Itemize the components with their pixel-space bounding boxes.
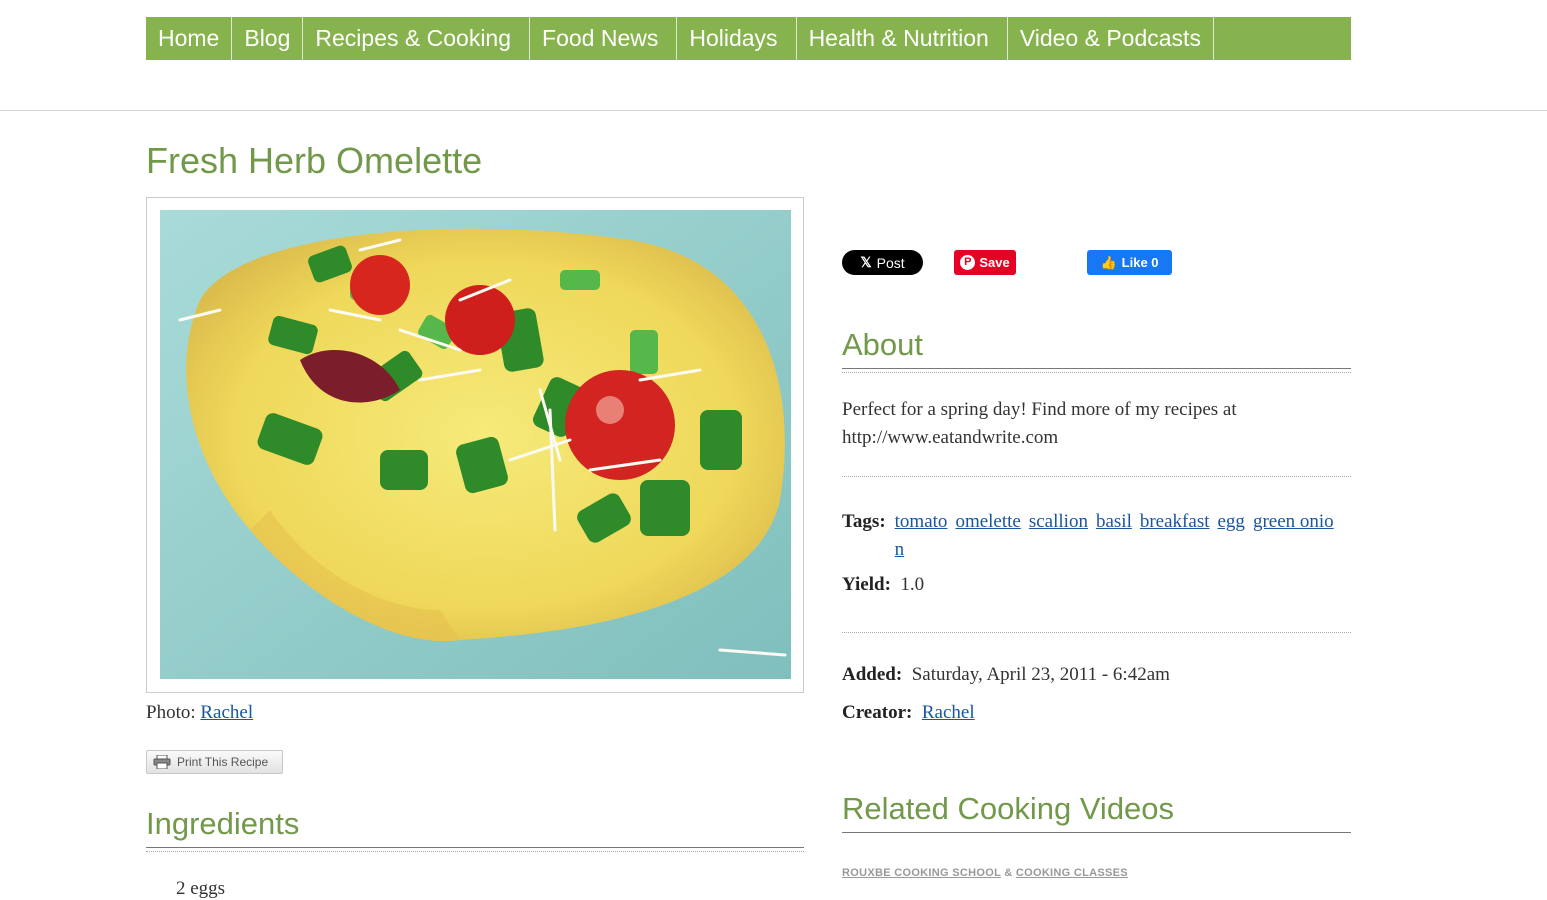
header-divider — [0, 110, 1547, 111]
tag-link[interactable]: egg — [1218, 511, 1245, 532]
about-heading: About — [842, 327, 924, 362]
related-videos-heading: Related Cooking Videos — [842, 791, 1175, 826]
cooking-classes-link[interactable]: Cooking Classes — [1016, 867, 1128, 879]
about-rule-dotted — [842, 372, 1351, 373]
nav-item-blog[interactable]: Blog — [232, 17, 304, 60]
tag-link[interactable]: basil — [1096, 511, 1132, 532]
added-row: Added: Saturday, April 23, 2011 - 6:42am — [842, 664, 1170, 686]
added-value: Saturday, April 23, 2011 - 6:42am — [911, 664, 1170, 685]
printer-icon — [153, 755, 171, 769]
tags-list: tomato omelette scallion basil breakfast egg g… — [895, 508, 1340, 564]
tag-link[interactable]: omelette — [955, 511, 1020, 532]
creator-row: Creator: Rachel — [842, 702, 975, 724]
x-post-label: Post — [876, 254, 905, 271]
yield-row: Yield: 1.0 — [842, 574, 924, 596]
ingredient-item: 2 eggs — [176, 878, 226, 899]
thumbs-up-icon: 👍 — [1100, 254, 1117, 270]
nav-item-health-nutrition[interactable]: Health & Nutrition — [797, 17, 1008, 60]
tag-link[interactable]: breakfast — [1140, 511, 1210, 532]
x-post-button[interactable]: 𝕏 Post — [842, 250, 923, 275]
print-recipe-label: Print This Recipe — [177, 755, 269, 769]
facebook-like-button[interactable]: 👍 Like 0 — [1087, 250, 1172, 275]
recipe-photo[interactable] — [160, 210, 791, 679]
about-rule — [842, 368, 1351, 369]
nav-item-food-news[interactable]: Food News — [530, 17, 678, 60]
rouxbe-link[interactable]: Rouxbe Cooking School — [842, 867, 1001, 879]
photo-caption-prefix: Photo: — [146, 702, 196, 723]
ingredients-rule-dotted — [146, 851, 804, 852]
x-icon: 𝕏 — [860, 254, 872, 270]
ingredients-rule — [146, 847, 804, 848]
ingredients-heading: Ingredients — [146, 806, 300, 841]
pinterest-save-button[interactable]: P Save — [954, 250, 1016, 275]
photo-caption: Photo: Rachel — [146, 702, 253, 724]
meta-divider — [842, 632, 1351, 633]
photo-credit-link[interactable]: Rachel — [200, 702, 253, 723]
facebook-like-label: Like 0 — [1121, 255, 1159, 270]
related-separator: & — [1004, 867, 1013, 879]
creator-label: Creator: — [842, 702, 913, 723]
tag-link[interactable]: scallion — [1029, 511, 1088, 532]
nav-item-video-podcasts[interactable]: Video & Podcasts — [1008, 17, 1214, 60]
related-rule — [842, 832, 1351, 833]
nav-item-home[interactable]: Home — [146, 17, 233, 60]
omelette-image — [160, 210, 791, 679]
tags-row: Tags: tomato omelette scallion basil breakfa… — [842, 508, 1351, 564]
page-title: Fresh Herb Omelette — [146, 140, 483, 181]
nav-item-holidays[interactable]: Holidays — [677, 17, 797, 60]
about-divider — [842, 476, 1351, 477]
print-recipe-button[interactable]: Print This Recipe — [146, 750, 283, 774]
yield-label: Yield: — [842, 574, 891, 595]
nav-item-recipes-cooking[interactable]: Recipes & Cooking — [303, 17, 531, 60]
creator-link[interactable]: Rachel — [922, 702, 975, 723]
main-nav: Home Blog Recipes & Cooking Food News Ho… — [146, 17, 1351, 60]
pinterest-icon: P — [960, 255, 976, 270]
related-links: Rouxbe Cooking School & Cooking Classes — [842, 867, 1128, 879]
tags-label: Tags: — [842, 511, 886, 532]
added-label: Added: — [842, 664, 903, 685]
yield-value: 1.0 — [900, 574, 925, 595]
tag-link[interactable]: tomato — [895, 511, 948, 532]
about-text: Perfect for a spring day! Find more of m… — [842, 399, 1237, 448]
recipe-photo-frame — [146, 197, 804, 693]
pinterest-save-label: Save — [979, 255, 1010, 270]
